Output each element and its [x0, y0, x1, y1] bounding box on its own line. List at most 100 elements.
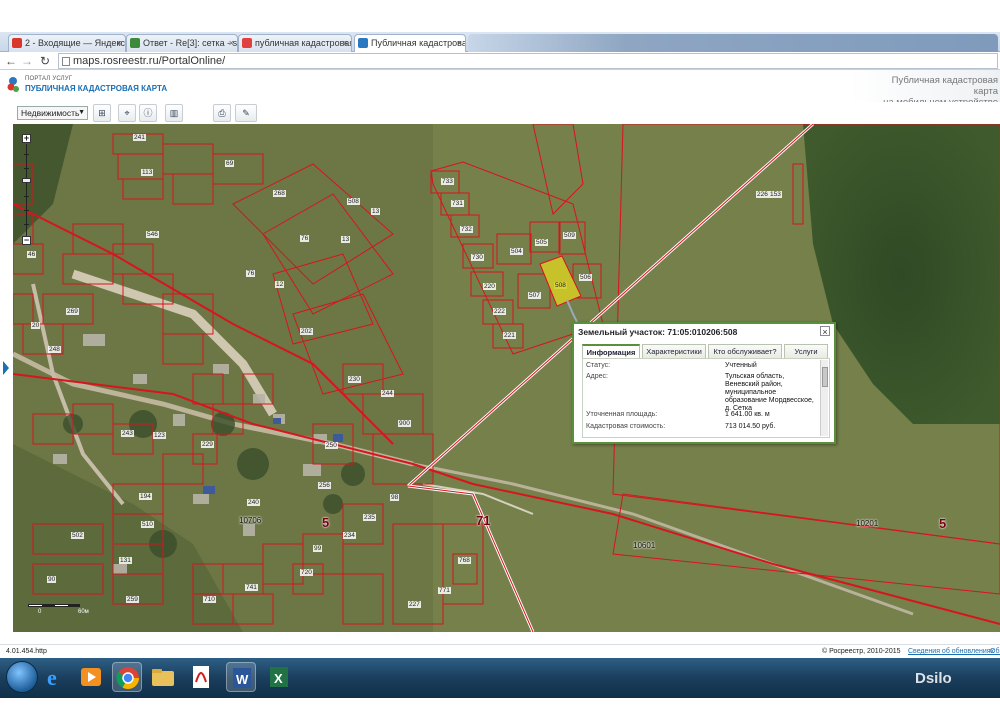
parcel-label[interactable]: 508	[347, 198, 360, 205]
zoom-rail[interactable]	[26, 144, 27, 236]
parcel-label[interactable]: 226	[756, 191, 769, 198]
updates-link[interactable]: Сведения об обновлениях	[908, 645, 994, 658]
print-button[interactable]: ⎙	[213, 104, 231, 122]
tab-close-icon[interactable]: ×	[343, 35, 348, 51]
tab-close-icon[interactable]: ×	[117, 35, 122, 51]
measure-button[interactable]: ⌖	[118, 104, 136, 122]
zoom-slider-handle[interactable]	[22, 178, 31, 183]
parcel-label[interactable]: 221	[503, 332, 516, 339]
address-bar[interactable]: maps.rosreestr.ru/PortalOnline/	[58, 53, 998, 69]
excel-icon[interactable]: X	[264, 662, 294, 692]
parcel-label[interactable]: 153	[769, 191, 782, 198]
ie-icon[interactable]: e	[40, 662, 70, 692]
pdf-icon[interactable]	[186, 662, 216, 692]
tab-info[interactable]: Информация	[582, 344, 640, 358]
parcel-label[interactable]: 502	[71, 532, 84, 539]
brand-title[interactable]: ПУБЛИЧНАЯ КАДАСТРОВАЯ КАРТА	[25, 84, 167, 93]
parcel-label[interactable]: 76	[300, 235, 310, 242]
forward-button[interactable]: →	[20, 53, 34, 69]
browser-tab-reply[interactable]: Ответ - Re[3]: сетка - sem ×	[126, 34, 238, 52]
parcel-label[interactable]: 243	[121, 430, 134, 437]
parcel-label[interactable]: 69	[225, 160, 235, 167]
parcel-label[interactable]: 248	[48, 346, 61, 353]
parcel-label[interactable]: 507	[528, 292, 541, 299]
zoom-in-button[interactable]: +	[22, 134, 31, 143]
zoom-out-button[interactable]: −	[22, 236, 31, 245]
browser-tab-cadastral[interactable]: Публичная кадастровая ×	[354, 34, 466, 53]
parcel-label[interactable]: 20	[31, 322, 41, 329]
media-player-icon[interactable]	[76, 662, 106, 692]
browser-tab-mail[interactable]: 2 - Входящие — Яндекс ×	[8, 34, 126, 52]
parcel-label[interactable]: 229	[201, 441, 214, 448]
scrollbar-thumb[interactable]	[822, 367, 828, 387]
parcel-label[interactable]: 509	[563, 232, 576, 239]
parcel-label[interactable]: 710	[203, 596, 216, 603]
parcel-label[interactable]: 99	[313, 545, 323, 552]
parcel-label[interactable]: 771	[438, 587, 451, 594]
layers-button[interactable]: ⊞	[93, 104, 111, 122]
parcel-label[interactable]: 506	[579, 274, 592, 281]
new-tab-area[interactable]	[468, 34, 998, 52]
parcel-label[interactable]: 546	[146, 231, 159, 238]
word-icon[interactable]: W	[226, 662, 256, 692]
tab-close-icon[interactable]: ×	[229, 35, 234, 51]
map-canvas[interactable]: 733 731 732 730 220 222 221 504 505 509 …	[13, 124, 1000, 632]
parcel-label[interactable]: 13	[341, 236, 351, 243]
close-icon[interactable]: ×	[820, 326, 830, 337]
parcel-label[interactable]: 269	[66, 308, 79, 315]
chrome-icon[interactable]	[112, 662, 142, 692]
parcel-label[interactable]: 113	[141, 169, 154, 176]
parcel-label[interactable]: 900	[398, 420, 411, 427]
parcel-label[interactable]: 194	[139, 493, 152, 500]
parcel-label[interactable]: 504	[510, 248, 523, 255]
parcel-label[interactable]: 240	[247, 499, 260, 506]
chart-button[interactable]: ▥	[165, 104, 183, 122]
layer-type-select[interactable]: Недвижимость ▼	[17, 106, 88, 120]
feedback-link[interactable]: Обратная связь	[990, 645, 1000, 658]
parcel-label[interactable]: 733	[441, 178, 454, 185]
parcel-label[interactable]: 741	[245, 584, 258, 591]
identify-button[interactable]: ⓘ	[139, 104, 157, 122]
parcel-label[interactable]: 241	[133, 134, 146, 141]
start-button[interactable]	[6, 661, 38, 693]
tab-who-serves[interactable]: Кто обслуживает?	[708, 344, 782, 358]
parcel-label[interactable]: 234	[343, 532, 356, 539]
parcel-label[interactable]: 131	[119, 557, 132, 564]
folder-icon[interactable]	[148, 662, 178, 692]
parcel-label[interactable]: 222	[493, 308, 506, 315]
tab-close-icon[interactable]: ×	[457, 35, 462, 51]
parcel-label[interactable]: 220	[483, 283, 496, 290]
parcel-label[interactable]: 505	[535, 239, 548, 246]
parcel-label[interactable]: 202	[300, 328, 313, 335]
parcel-label[interactable]: 13	[371, 208, 381, 215]
panel-expand-arrow[interactable]	[3, 361, 9, 375]
popup-scrollbar[interactable]	[820, 360, 828, 436]
parcel-label[interactable]: 259	[126, 596, 139, 603]
parcel-label[interactable]: 46	[27, 251, 37, 258]
parcel-label[interactable]: 230	[348, 376, 361, 383]
back-button[interactable]: ←	[4, 53, 18, 69]
parcel-label[interactable]: 98	[390, 494, 400, 501]
selected-parcel-label[interactable]: 508	[554, 282, 567, 289]
parcel-label[interactable]: 76	[246, 270, 256, 277]
settings-button[interactable]: ✎	[235, 104, 257, 122]
tab-services[interactable]: Услуги	[784, 344, 828, 358]
parcel-label[interactable]: 227	[408, 601, 421, 608]
parcel-label[interactable]: 123	[153, 432, 166, 439]
parcel-label[interactable]: 731	[451, 200, 464, 207]
gosuslugi-logo-icon[interactable]	[6, 76, 20, 94]
parcel-label[interactable]: 256	[318, 482, 331, 489]
browser-tab-search[interactable]: публичная кадастровая к ×	[238, 34, 352, 52]
parcel-label[interactable]: 235	[363, 514, 376, 521]
parcel-label[interactable]: 244	[381, 390, 394, 397]
parcel-label[interactable]: 768	[458, 557, 471, 564]
parcel-label[interactable]: 12	[275, 281, 285, 288]
reload-button[interactable]: ↻	[38, 53, 52, 69]
parcel-label[interactable]: 730	[471, 254, 484, 261]
parcel-label[interactable]: 732	[460, 226, 473, 233]
parcel-label[interactable]: 90	[47, 576, 57, 583]
parcel-label[interactable]: 720	[300, 569, 313, 576]
parcel-label[interactable]: 268	[273, 190, 286, 197]
parcel-label[interactable]: 510	[141, 521, 154, 528]
tab-characteristics[interactable]: Характеристики	[642, 344, 706, 358]
